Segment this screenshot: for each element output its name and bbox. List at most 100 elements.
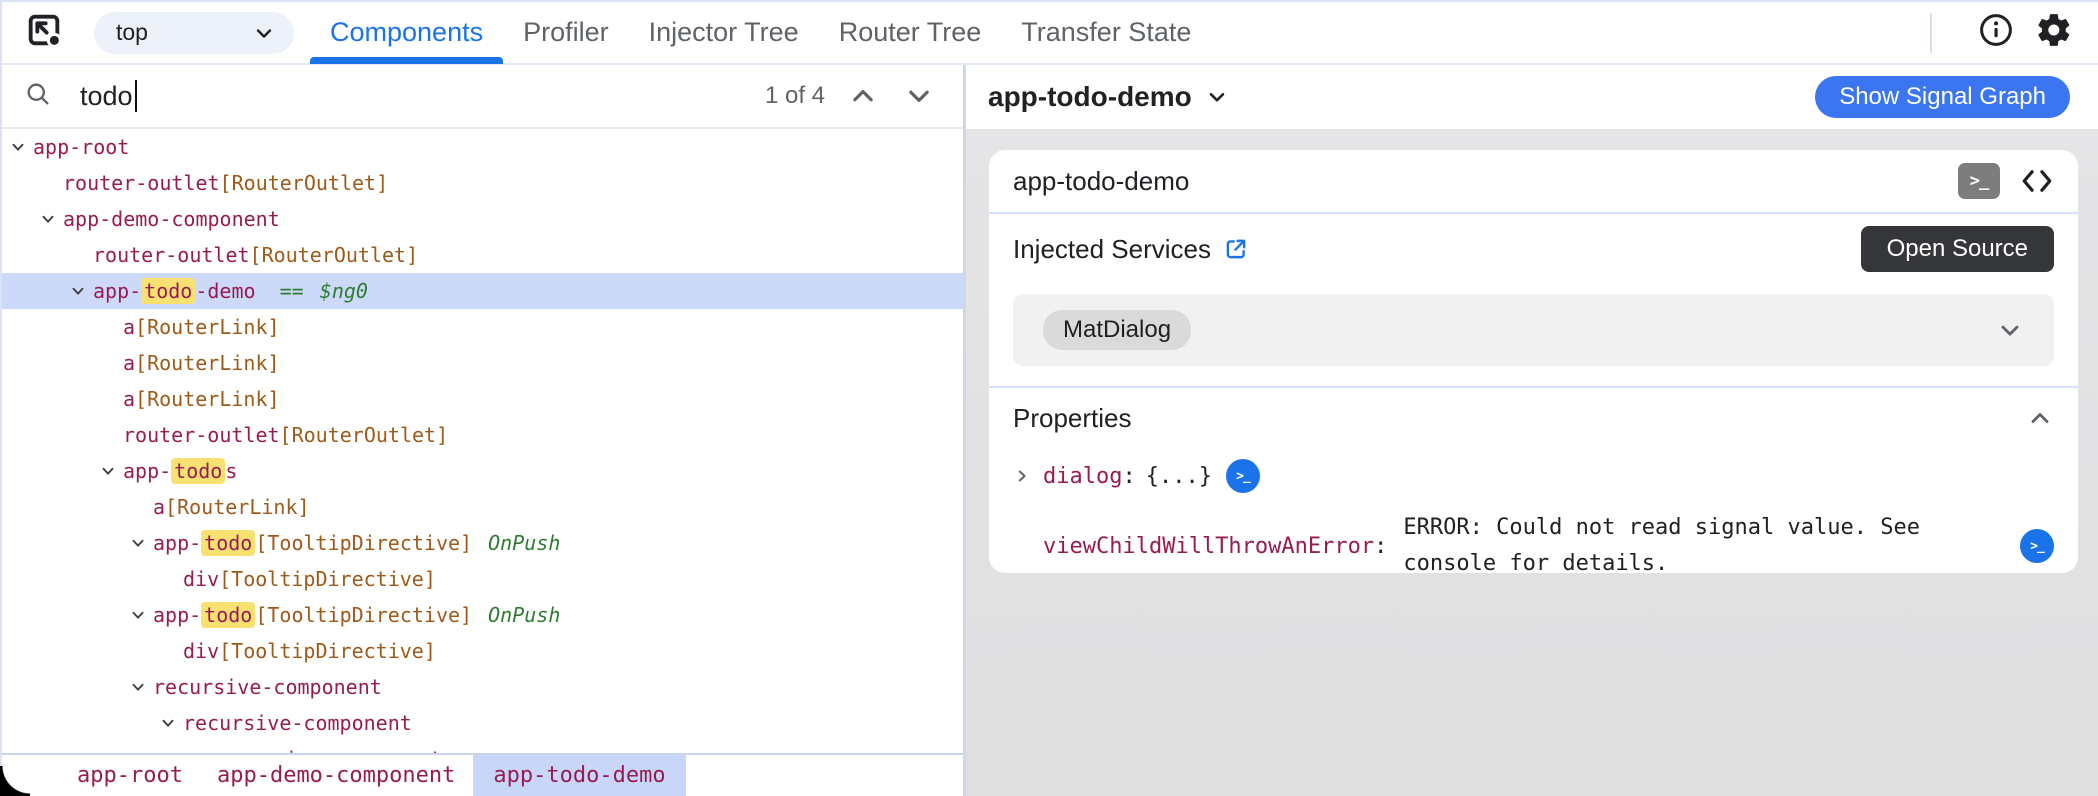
log-value-to-console-button[interactable]: >_	[2020, 529, 2054, 563]
chevron-down-icon[interactable]	[99, 462, 123, 480]
chevron-down-icon	[2001, 325, 2019, 336]
toolbar-divider	[1930, 12, 1932, 53]
view-source-button[interactable]	[2020, 164, 2054, 198]
tree-node[interactable]: app-todo [TooltipDirective] OnPush	[2, 525, 963, 561]
chevron-up-icon	[2031, 413, 2049, 423]
tree-node[interactable]: router-outlet [RouterOutlet]	[2, 417, 963, 453]
property-name: viewChildWillThrowAnError	[1043, 533, 1375, 559]
properties-header: Properties	[1013, 394, 2054, 442]
chevron-down-icon	[1209, 92, 1225, 102]
selected-component-title: app-todo-demo	[988, 81, 1192, 112]
expand-services-button[interactable]	[1996, 316, 2024, 344]
tree-node[interactable]: app-todo -demo == $ng0	[2, 273, 963, 309]
search-match-highlight: todo	[171, 458, 226, 484]
search-match-highlight: todo	[201, 602, 256, 628]
search-input[interactable]: todo	[80, 80, 137, 112]
info-button[interactable]	[1976, 13, 2016, 53]
inspect-target-icon	[24, 10, 64, 55]
tree-node[interactable]: app-root	[2, 129, 963, 165]
breadcrumb-item-app-demo-component[interactable]: app-demo-component	[217, 755, 455, 796]
tab-transfer-state[interactable]: Transfer State	[1001, 1, 1211, 64]
chevron-down-icon[interactable]	[129, 678, 153, 696]
tree-node-label: router-outlet	[63, 171, 220, 195]
tree-node-label: router-outlet	[123, 423, 280, 447]
tree-node[interactable]: div [TooltipDirective]	[2, 561, 963, 597]
search-prev-button[interactable]	[845, 78, 881, 114]
show-signal-graph-button[interactable]: Show Signal Graph	[1815, 76, 2070, 118]
tab-profiler[interactable]: Profiler	[503, 1, 629, 64]
details-body: app-todo-demo >_ Injected Services Open …	[966, 129, 2098, 796]
tree-node-label: recursive-component	[153, 675, 382, 699]
tree-node[interactable]: recursive-component	[2, 705, 963, 741]
tree-node[interactable]: a [RouterLink]	[2, 309, 963, 345]
code-icon	[2022, 170, 2052, 192]
search-next-button[interactable]	[901, 78, 937, 114]
main-split: todo 1 of 4 app-root router-outlet [Router…	[2, 65, 2098, 796]
tree-node[interactable]: router-outlet [RouterOutlet]	[2, 165, 963, 201]
tree-node-label: -demo	[195, 279, 256, 303]
tree-node[interactable]: app-todo [TooltipDirective] OnPush	[2, 597, 963, 633]
tab-router-tree[interactable]: Router Tree	[819, 1, 1002, 64]
tree-node[interactable]: div [TooltipDirective]	[2, 633, 963, 669]
tree-node-label: a	[123, 387, 136, 411]
tree-search-bar: todo 1 of 4	[2, 65, 963, 129]
chevron-right-icon[interactable]	[1013, 467, 1043, 485]
chevron-down-icon	[256, 28, 272, 38]
service-chip-matdialog[interactable]: MatDialog	[1043, 310, 1192, 350]
property-colon: :	[1374, 533, 1388, 559]
breadcrumb-item-app-root[interactable]: app-root	[77, 755, 183, 796]
frame-selector-value: top	[116, 19, 148, 45]
tab-components[interactable]: Components	[310, 1, 504, 64]
settings-button[interactable]	[2034, 13, 2074, 53]
tree-node[interactable]: recursive-component	[2, 669, 963, 705]
open-injector-link[interactable]	[1223, 236, 1249, 262]
component-tree-panel: todo 1 of 4 app-root router-outlet [Router…	[2, 65, 963, 796]
tree-node-label: [RouterLink]	[135, 387, 280, 411]
property-value: {...}	[1145, 463, 1212, 489]
tree-node-label: app-root	[33, 135, 130, 159]
tree-node-label: div	[183, 639, 220, 663]
breadcrumb-item-app-todo-demo[interactable]: app-todo-demo	[473, 755, 686, 796]
open-source-button[interactable]: Open Source	[1860, 226, 2054, 272]
tree-node-label: app-	[123, 459, 172, 483]
tree-node-label: a	[123, 315, 136, 339]
tree-node-label: OnPush	[476, 603, 561, 627]
chevron-down-icon[interactable]	[9, 138, 33, 156]
tree-node[interactable]: router-outlet [RouterOutlet]	[2, 237, 963, 273]
tab-injector-tree[interactable]: Injector Tree	[629, 1, 819, 64]
tree-node[interactable]: recursive-component	[2, 741, 963, 753]
component-card: app-todo-demo >_ Injected Services Open …	[989, 150, 2078, 573]
chevron-down-icon[interactable]	[69, 282, 93, 300]
property-row-dialog[interactable]: dialog: {...} >_	[1013, 454, 2054, 498]
search-match-highlight: todo	[141, 278, 196, 304]
breadcrumb: app-root app-demo-component app-todo-demo	[2, 753, 963, 796]
tree-node[interactable]: app-todo s	[2, 453, 963, 489]
tree-node[interactable]: a [RouterLink]	[2, 345, 963, 381]
search-input-value: todo	[80, 80, 133, 111]
tree-node-label: app-demo-component	[63, 207, 280, 231]
component-dropdown-button[interactable]	[1204, 84, 1230, 110]
tree-node-label: [RouterOutlet]	[279, 423, 449, 447]
tree-node[interactable]: a [RouterLink]	[2, 381, 963, 417]
properties-label: Properties	[1013, 402, 1132, 433]
tree-node-label: $ng0	[319, 279, 368, 303]
inspect-target-button[interactable]	[22, 11, 66, 55]
frame-selector-dropdown[interactable]: top	[94, 11, 294, 54]
property-colon: :	[1122, 463, 1136, 489]
chevron-down-icon[interactable]	[39, 210, 63, 228]
tree-node-label: s	[225, 459, 238, 483]
log-to-console-button[interactable]: >_	[1958, 163, 2000, 199]
property-row-viewchildwillthrowanerror[interactable]: viewChildWillThrowAnError: ERROR: Could n…	[1013, 510, 2054, 573]
collapse-properties-button[interactable]	[2026, 404, 2054, 432]
angular-devtools-window: top Components Profiler Injector Tree Route…	[0, 0, 2098, 796]
chevron-down-icon[interactable]	[129, 606, 153, 624]
log-value-to-console-button[interactable]: >_	[1225, 459, 1260, 493]
tree-node-label: app-	[153, 603, 202, 627]
tree-node[interactable]: app-demo-component	[2, 201, 963, 237]
chevron-down-icon[interactable]	[129, 534, 153, 552]
tree-node-label: [RouterOutlet]	[219, 171, 389, 195]
chevron-down-icon[interactable]	[159, 714, 183, 732]
tree-node[interactable]: a [RouterLink]	[2, 489, 963, 525]
injected-services-label: Injected Services	[1013, 233, 1211, 264]
toolbar: top Components Profiler Injector Tree Route…	[2, 2, 2098, 65]
